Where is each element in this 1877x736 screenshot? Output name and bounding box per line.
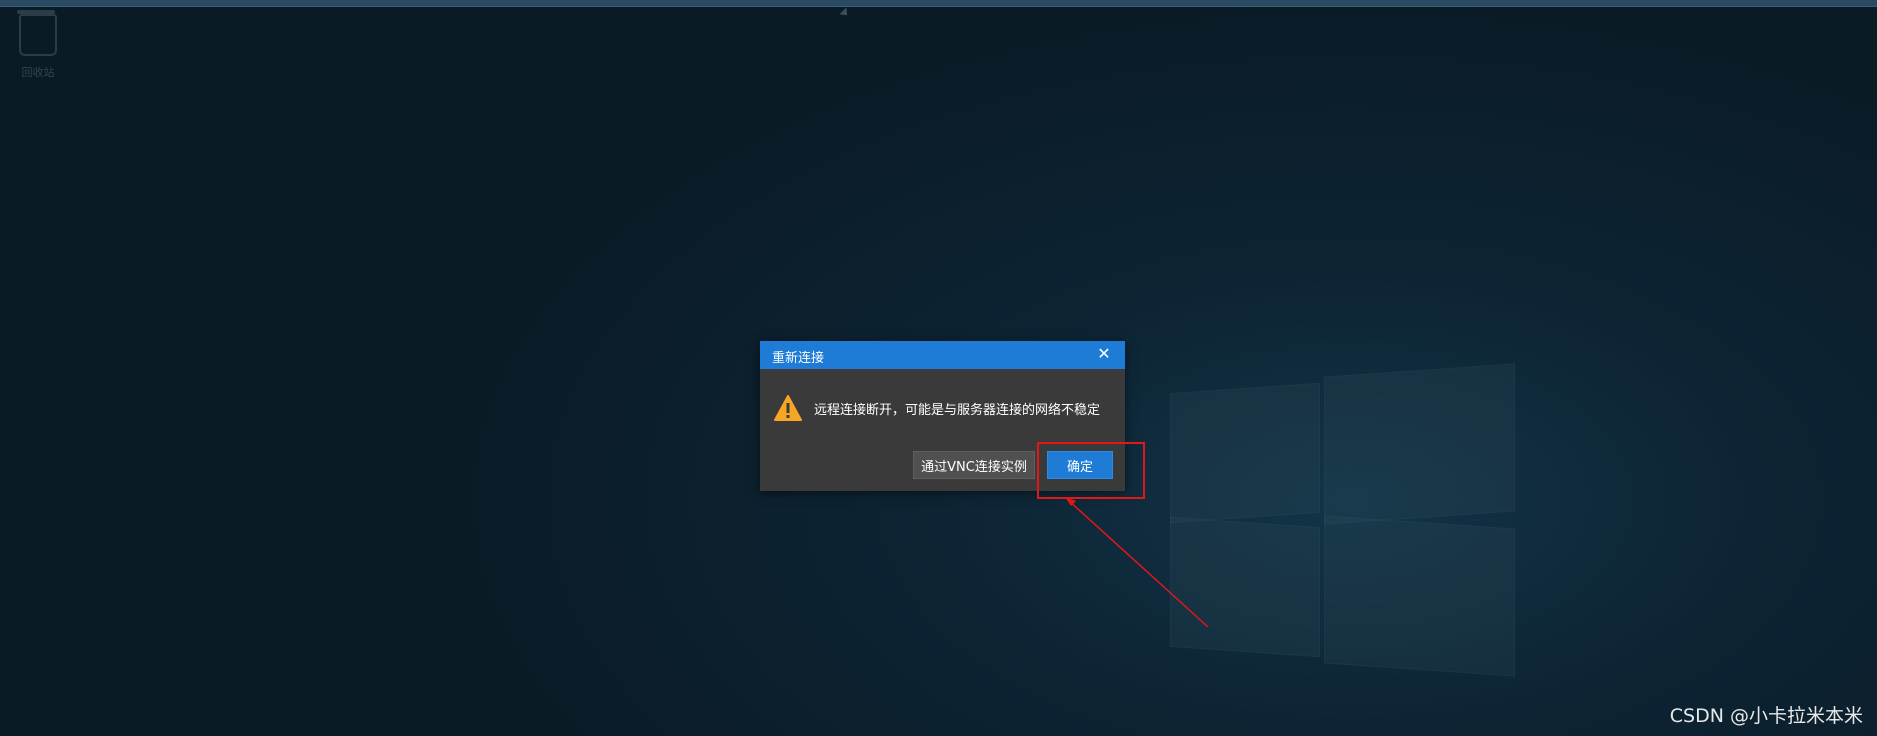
warning-icon (774, 395, 802, 421)
remote-desktop: 回收站 重新连接 ✕ 远程连接断开，可能是与服务器连接的网络不稳定 通过VNC连… (0, 0, 1877, 736)
recycle-bin-icon (17, 10, 57, 56)
close-icon[interactable]: ✕ (1095, 345, 1113, 363)
top-bar (0, 0, 1877, 7)
annotation-highlight-box (1037, 442, 1145, 499)
windows-logo-icon (1170, 340, 1515, 690)
dialog-body: 远程连接断开，可能是与服务器连接的网络不稳定 (774, 395, 1100, 421)
recycle-bin-label: 回收站 (21, 66, 55, 79)
windows-logo-pane (1324, 363, 1515, 525)
vnc-connect-button[interactable]: 通过VNC连接实例 (913, 451, 1035, 479)
dialog-header: 重新连接 ✕ (760, 341, 1125, 369)
dialog-title: 重新连接 (772, 351, 825, 366)
watermark: CSDN @小卡拉米本米 (1669, 705, 1863, 727)
mouse-cursor-icon (839, 7, 851, 19)
recycle-bin[interactable]: 回收站 (14, 10, 62, 80)
dialog-message: 远程连接断开，可能是与服务器连接的网络不稳定 (814, 402, 1101, 418)
windows-logo-pane (1170, 382, 1320, 524)
windows-logo-pane (1170, 516, 1320, 658)
windows-logo-pane (1324, 515, 1515, 677)
